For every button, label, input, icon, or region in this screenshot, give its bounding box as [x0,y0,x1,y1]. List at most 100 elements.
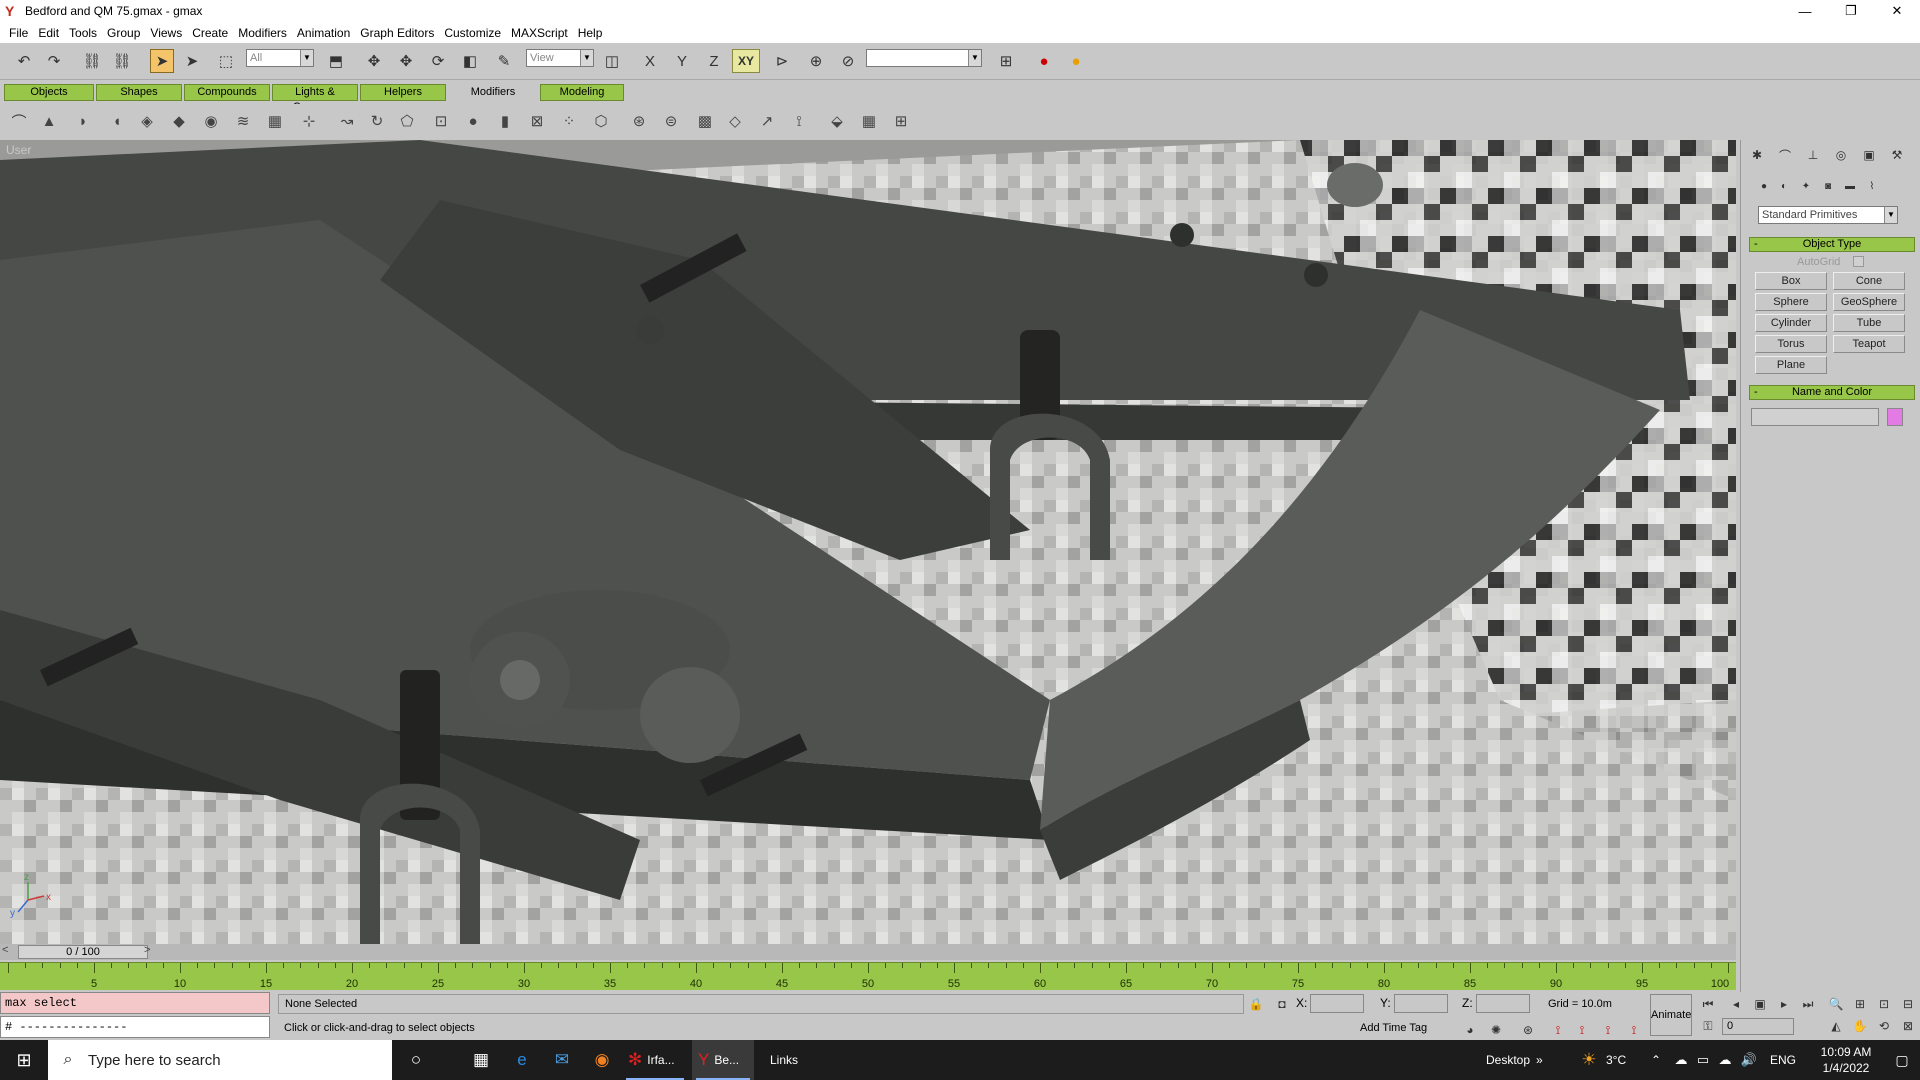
spacewarps-icon[interactable]: ⌇ [1863,178,1881,194]
lock-icon[interactable]: 🔒 [1248,996,1264,1012]
firefox-icon[interactable]: ◉ [585,1040,619,1080]
select-and-link-icon[interactable]: ⛓ [80,49,104,73]
lattice-modifier-icon[interactable]: ⊹ [298,110,320,132]
previous-frame-icon[interactable]: ◂ [1728,996,1744,1012]
noise-modifier-icon[interactable]: ◖ [106,110,128,132]
time-slider[interactable]: 0 / 100 [18,945,148,959]
volume-icon[interactable]: 🔊 [1740,1040,1758,1080]
animate-button[interactable]: Animate [1650,994,1692,1036]
minimize-button[interactable]: — [1782,0,1828,22]
power-icon[interactable]: ▭ [1694,1040,1712,1080]
name-and-color-rollout-header[interactable]: - Name and Color [1749,385,1915,400]
menu-modifiers[interactable]: Modifiers [233,26,292,40]
autogrid-checkbox[interactable] [1853,256,1864,267]
menu-tools[interactable]: Tools [64,26,102,40]
menu-maxscript[interactable]: MAXScript [506,26,573,40]
tab-modeling[interactable]: Modeling [540,84,624,101]
menu-animation[interactable]: Animation [292,26,355,40]
restrict-x-button[interactable]: X [638,49,662,73]
perspective-viewport[interactable]: User x y z [0,140,1736,944]
ripple-modifier-icon[interactable]: ◉ [200,110,222,132]
weather-temp[interactable]: 3°C [1606,1040,1626,1080]
percent-snap-icon[interactable]: ⊛ [1520,1022,1536,1038]
unwrap-uvw-icon[interactable]: ⊞ [890,110,912,132]
mail-icon[interactable]: ✉ [545,1040,579,1080]
tube-button[interactable]: Tube [1833,314,1905,332]
play-icon[interactable]: ▣ [1752,996,1768,1012]
twist-modifier-icon[interactable]: ◗ [72,110,94,132]
stretch-modifier-icon[interactable]: ◈ [136,110,158,132]
zoom-extents-icon[interactable]: ⊡ [1876,996,1892,1012]
min-max-toggle-icon[interactable]: ⊠ [1900,1018,1916,1034]
menu-help[interactable]: Help [573,26,608,40]
helpers-icon[interactable]: ▬ [1841,178,1859,194]
edit-mesh-icon[interactable]: ◇ [724,110,746,132]
track-bar[interactable]: 5 10 15 20 25 30 35 40 45 50 55 60 65 70 75 80 85 90 95 100 [0,962,1736,990]
angle-snap-icon[interactable]: ✺ [1488,1022,1504,1038]
network-icon[interactable]: ☁ [1716,1040,1734,1080]
field-of-view-icon[interactable]: ◭ [1828,1018,1844,1034]
tab-compounds[interactable]: Compounds [184,84,270,101]
sphere-modifier-icon[interactable]: ● [462,110,484,132]
onedrive-icon[interactable]: ☁ [1672,1040,1690,1080]
teapot-button[interactable]: Teapot [1833,335,1905,353]
mirror-icon[interactable]: ⊳ [770,49,794,73]
select-move-icon[interactable]: ✥ [362,49,386,73]
named-selection-select[interactable]: ▼ [866,49,982,67]
geosphere-button[interactable]: GeoSphere [1833,293,1905,311]
lights-icon[interactable]: ✦ [1797,178,1815,194]
restrict-z-button[interactable]: Z [702,49,726,73]
tab-lights-cameras[interactable]: Lights & Cameras [272,84,358,113]
category-select[interactable]: Standard Primitives ▼ [1758,206,1898,224]
tab-shapes[interactable]: Shapes [96,84,182,101]
tab-helpers[interactable]: Helpers [360,84,446,101]
reference-coordinate-select[interactable]: View ▼ [526,49,594,67]
taskbar-app-irfanview[interactable]: ✻ Irfa... [622,1040,688,1080]
plane-button[interactable]: Plane [1755,356,1827,374]
torus-button[interactable]: Torus [1755,335,1827,353]
key-filter-icon[interactable]: ⟟ [1574,1022,1590,1038]
uvw-map-icon[interactable]: ⊛ [628,110,650,132]
taper-modifier-icon[interactable]: ▲ [38,110,60,132]
listener-output[interactable]: max select [0,992,270,1014]
move-icon[interactable]: ✥ [394,49,418,73]
snaps-icon[interactable]: ◕ [1462,1022,1478,1038]
optimize-icon[interactable]: ⬡ [590,110,612,132]
taskbar-search[interactable]: ⌕ Type here to search [48,1040,392,1080]
render-icon[interactable]: ● [1032,49,1056,73]
menu-group[interactable]: Group [102,26,145,40]
manipulate-icon[interactable]: ✎ [492,49,516,73]
auto-key-icon[interactable]: ⟟ [1626,1022,1642,1038]
x-coord-field[interactable] [1310,994,1364,1013]
cameras-icon[interactable]: ◙ [1819,178,1837,194]
snap-icon[interactable]: ⊘ [836,49,860,73]
clock[interactable]: 10:09 AM 1/4/2022 [1806,1044,1886,1076]
smooth-icon[interactable]: ⁘ [558,110,580,132]
cylinder-button[interactable]: Cylinder [1755,314,1827,332]
zoom-extents-all-icon[interactable]: ⊟ [1900,996,1916,1012]
select-object-icon[interactable]: ➤ [150,49,174,73]
wave-modifier-icon[interactable]: ≋ [232,110,254,132]
skew-modifier-icon[interactable]: ▦ [264,110,286,132]
scale-icon[interactable]: ◧ [458,49,482,73]
utilities-panel-icon[interactable]: ⚒ [1887,146,1907,164]
add-time-tag[interactable]: Add Time Tag [1360,1022,1427,1034]
lathe-modifier-icon[interactable]: ↻ [366,110,388,132]
goto-end-icon[interactable]: ⏭ [1800,996,1816,1012]
schematic-view-icon[interactable]: ⊞ [994,49,1018,73]
sphere-button[interactable]: Sphere [1755,293,1827,311]
box-button[interactable]: Box [1755,272,1827,290]
window-crossing-icon[interactable]: ⬒ [324,49,348,73]
viewport-label[interactable]: User [6,143,31,157]
next-frame-icon[interactable]: ▸ [1776,996,1792,1012]
taskbar-app-gmax[interactable]: Y Be... [692,1040,754,1080]
windows-start-icon[interactable]: ⊞ [0,1040,48,1080]
prev-frame-button[interactable]: < [2,944,8,956]
tab-modifiers[interactable]: Modifiers [448,84,538,101]
redo-icon[interactable]: ↷ [42,49,66,73]
object-type-rollout-header[interactable]: - Object Type [1749,237,1915,252]
bevel-modifier-icon[interactable]: ⬠ [396,110,418,132]
undo-icon[interactable]: ↶ [12,49,36,73]
mesh-select-icon[interactable]: ⊡ [430,110,452,132]
cone-button[interactable]: Cone [1833,272,1905,290]
